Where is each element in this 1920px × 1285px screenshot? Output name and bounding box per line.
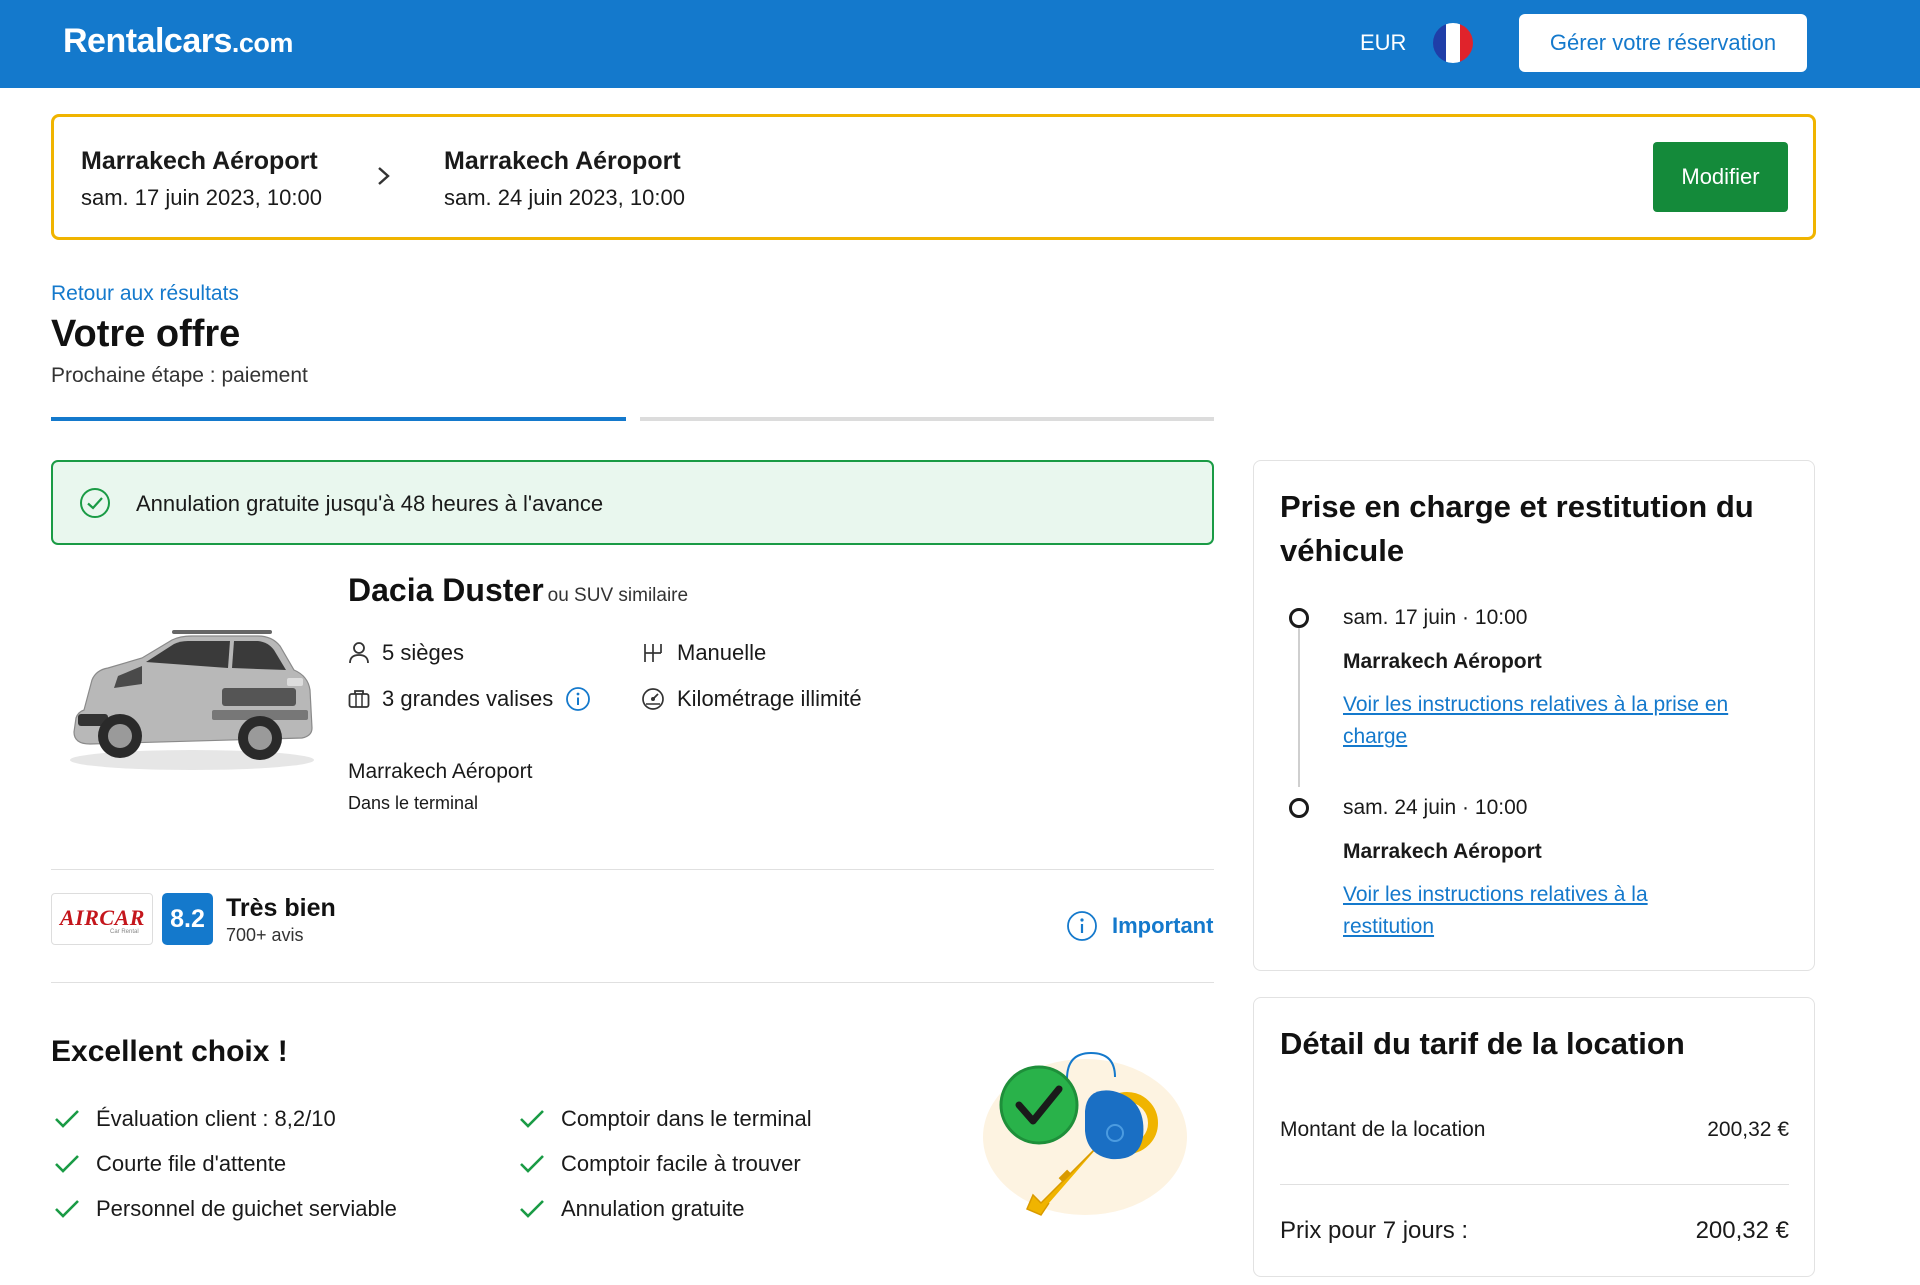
pickup-location-name: Marrakech Aéroport bbox=[1343, 650, 1542, 673]
check-icon bbox=[520, 1155, 544, 1173]
gearbox-icon bbox=[644, 644, 662, 662]
pickup-panel-title-line2: véhicule bbox=[1280, 533, 1405, 568]
rental-amount-value: 200,32 € bbox=[1707, 1118, 1789, 1141]
excellent-item: Annulation gratuite bbox=[519, 1196, 744, 1222]
total-price-label: Prix pour 7 jours : bbox=[1280, 1217, 1469, 1244]
rentalcars-logo[interactable]: Rentalcars.com bbox=[63, 22, 293, 61]
info-icon bbox=[1067, 911, 1097, 941]
timeline-dot-return bbox=[1289, 798, 1309, 818]
feature-mileage: Kilométrage illimité bbox=[641, 686, 862, 712]
important-info-link[interactable]: Important bbox=[1066, 910, 1213, 942]
search-summary: Marrakech Aéroport sam. 17 juin 2023, 10… bbox=[51, 114, 1816, 240]
excellent-item: Évaluation client : 8,2/10 bbox=[54, 1106, 336, 1132]
check-icon bbox=[55, 1155, 79, 1173]
pickup-location: Marrakech Aéroport bbox=[81, 147, 318, 175]
pickup-datetime: sam. 17 juin · 10:00 bbox=[1343, 606, 1528, 629]
supplier-brand-sub: Car Rental bbox=[110, 929, 139, 935]
free-cancellation-banner: Annulation gratuite jusqu'à 48 heures à … bbox=[51, 460, 1214, 545]
car-similar-label: ou SUV similaire bbox=[547, 585, 689, 606]
check-icon bbox=[520, 1200, 544, 1218]
excellent-item-label: Courte file d'attente bbox=[96, 1151, 287, 1176]
car-pickup-detail: Dans le terminal bbox=[348, 793, 479, 813]
car-image bbox=[70, 630, 314, 770]
return-location-name: Marrakech Aéroport bbox=[1343, 840, 1542, 863]
pickup-instructions-link[interactable]: Voir les instructions relatives à la pri… bbox=[1343, 689, 1783, 753]
return-datetime: sam. 24 juin · 10:00 bbox=[1343, 796, 1528, 819]
person-icon bbox=[349, 642, 369, 664]
check-icon bbox=[520, 1110, 544, 1128]
pickup-summary: Marrakech Aéroport sam. 17 juin 2023, 10… bbox=[81, 147, 322, 211]
logo-text: Rentalcars bbox=[63, 22, 232, 60]
pickup-return-panel: Prise en charge et restitution du véhicu… bbox=[1253, 460, 1815, 971]
rating-label: Très bien bbox=[226, 894, 336, 922]
manage-booking-button[interactable]: Gérer votre réservation bbox=[1519, 14, 1807, 72]
modify-search-button[interactable]: Modifier bbox=[1653, 142, 1788, 212]
excellent-item: Comptoir dans le terminal bbox=[519, 1106, 812, 1132]
suitcase-icon bbox=[348, 690, 370, 708]
excellent-item-label: Personnel de guichet serviable bbox=[96, 1196, 397, 1221]
important-label: Important bbox=[1112, 913, 1214, 938]
car-keys-illustration bbox=[983, 1051, 1187, 1216]
car-title: Dacia Duster ou SUV similaire bbox=[348, 572, 688, 609]
seats-label: 5 sièges bbox=[382, 640, 464, 665]
feature-transmission: Manuelle bbox=[641, 640, 766, 666]
cancellation-text: Annulation gratuite jusqu'à 48 heures à … bbox=[136, 491, 604, 516]
next-step-label: Prochaine étape : paiement bbox=[51, 364, 308, 387]
rental-amount-label: Montant de la location bbox=[1280, 1118, 1486, 1141]
excellent-item-label: Annulation gratuite bbox=[561, 1196, 745, 1221]
page-title: Votre offre bbox=[51, 313, 241, 355]
france-flag-icon[interactable] bbox=[1433, 23, 1473, 63]
section-divider bbox=[51, 982, 1214, 983]
section-divider bbox=[51, 869, 1214, 870]
check-icon bbox=[55, 1110, 79, 1128]
feature-bags: 3 grandes valises bbox=[348, 686, 603, 712]
back-to-results-link[interactable]: Retour aux résultats bbox=[51, 282, 239, 306]
feature-seats: 5 sièges bbox=[348, 640, 464, 666]
chevron-right-icon bbox=[378, 167, 390, 185]
supplier-brand: AIRCAR bbox=[60, 905, 145, 930]
car-pickup-location: Marrakech Aéroport bbox=[348, 760, 533, 783]
total-price-row: Prix pour 7 jours : 200,32 € bbox=[1280, 1217, 1789, 1245]
timeline-line bbox=[1298, 617, 1300, 787]
check-icon bbox=[55, 1200, 79, 1218]
pickup-panel-title-line1: Prise en charge et restitution du bbox=[1280, 489, 1754, 524]
speedometer-icon bbox=[642, 688, 664, 710]
price-detail-panel: Détail du tarif de la location Montant d… bbox=[1253, 997, 1815, 1277]
excellent-item-label: Évaluation client : 8,2/10 bbox=[96, 1106, 336, 1131]
excellent-choice-title: Excellent choix ! bbox=[51, 1035, 288, 1068]
logo-suffix: .com bbox=[231, 28, 294, 58]
bags-label: 3 grandes valises bbox=[382, 686, 554, 711]
progress-step-inactive bbox=[640, 417, 1214, 421]
car-name: Dacia Duster bbox=[348, 572, 544, 608]
excellent-item: Comptoir facile à trouver bbox=[519, 1151, 801, 1177]
info-icon[interactable] bbox=[565, 686, 591, 712]
currency-selector[interactable]: EUR bbox=[1360, 30, 1406, 56]
total-price-value: 200,32 € bbox=[1695, 1217, 1789, 1244]
progress-step-active bbox=[51, 417, 626, 421]
excellent-item: Courte file d'attente bbox=[54, 1151, 286, 1177]
excellent-item-label: Comptoir dans le terminal bbox=[561, 1106, 812, 1131]
excellent-item: Personnel de guichet serviable bbox=[54, 1196, 397, 1222]
dropoff-summary: Marrakech Aéroport sam. 24 juin 2023, 10… bbox=[444, 147, 685, 211]
check-circle-icon bbox=[80, 488, 110, 518]
review-count: 700+ avis bbox=[226, 925, 304, 945]
price-panel-title: Détail du tarif de la location bbox=[1280, 1026, 1685, 1061]
transmission-label: Manuelle bbox=[677, 640, 767, 665]
price-divider bbox=[1280, 1184, 1789, 1185]
rental-amount-row: Montant de la location 200,32 € bbox=[1280, 1118, 1789, 1142]
supplier-logo: AIRCAR Car Rental bbox=[51, 893, 153, 945]
rating-score-badge: 8.2 bbox=[162, 893, 213, 945]
mileage-label: Kilométrage illimité bbox=[677, 686, 862, 711]
excellent-item-label: Comptoir facile à trouver bbox=[561, 1151, 801, 1176]
timeline-dot-pickup bbox=[1289, 608, 1309, 628]
pickup-date: sam. 17 juin 2023, 10:00 bbox=[81, 185, 322, 210]
dropoff-location: Marrakech Aéroport bbox=[444, 147, 681, 175]
return-instructions-link[interactable]: Voir les instructions relatives à la res… bbox=[1343, 879, 1703, 943]
top-header: Rentalcars.com EUR Gérer votre réservati… bbox=[0, 0, 1920, 88]
dropoff-date: sam. 24 juin 2023, 10:00 bbox=[444, 185, 685, 210]
